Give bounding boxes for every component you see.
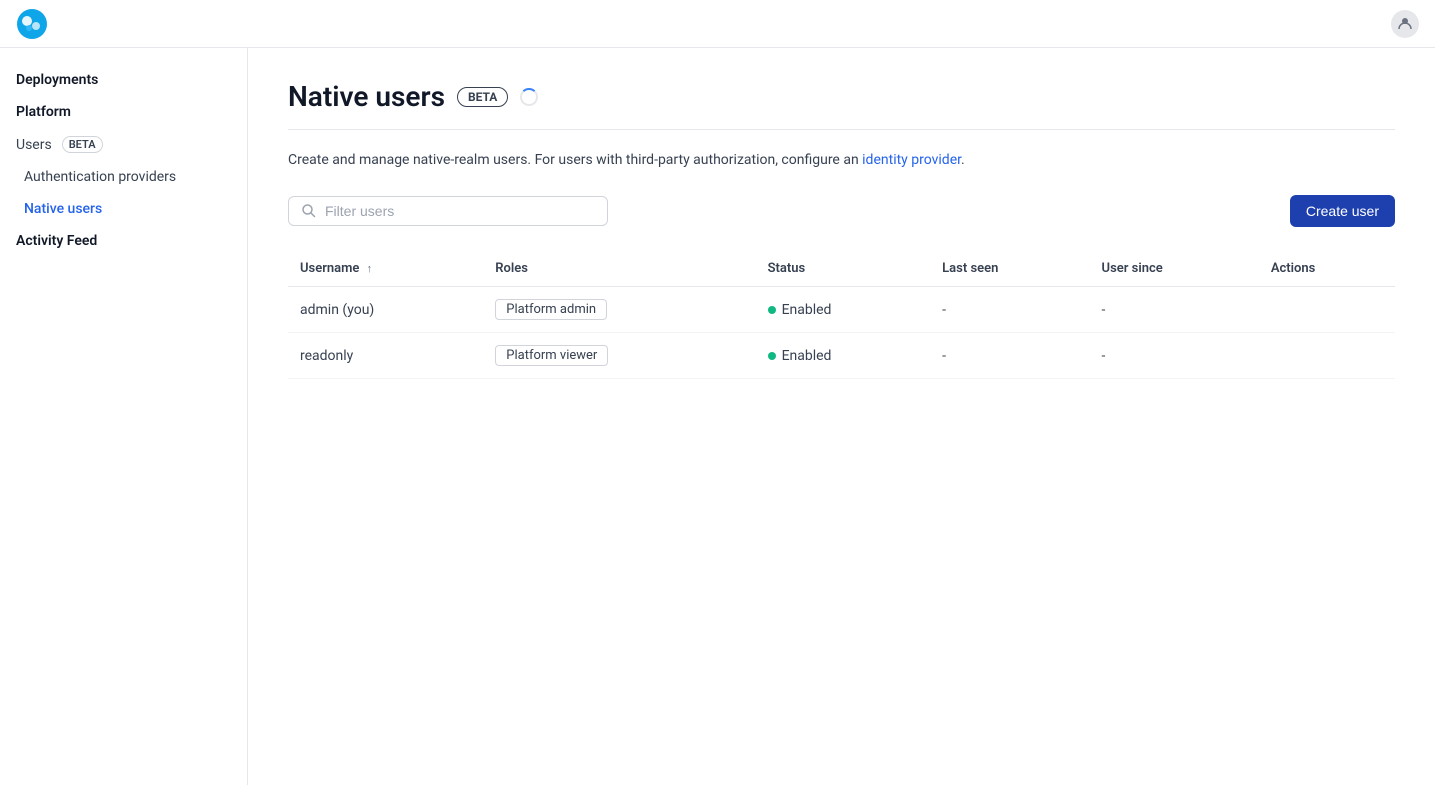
cell-status: Enabled [756,333,931,379]
cell-user-since: - [1090,333,1259,379]
description-suffix: . [961,152,965,168]
users-beta-badge: BETA [62,136,103,153]
main-content: Native users BETA Create and manage nati… [248,48,1435,785]
users-table-body: admin (you)Platform adminEnabled--readon… [288,287,1395,379]
sidebar-item-users[interactable]: Users BETA [0,128,247,161]
status-dot-icon [768,306,776,314]
cell-role: Platform viewer [483,333,755,379]
page-description: Create and manage native-realm users. Fo… [288,150,1395,171]
page-beta-badge: BETA [457,87,508,107]
sort-asc-icon[interactable]: ↑ [367,262,373,275]
table-header: Username ↑ Roles Status Last seen User s… [288,251,1395,287]
cell-last-seen: - [930,287,1089,333]
cell-actions [1259,333,1395,379]
sidebar-item-native-users[interactable]: Native users [0,193,247,225]
sidebar-item-platform[interactable]: Platform [0,96,247,128]
sidebar-item-label: Platform [16,104,71,120]
table-header-row: Username ↑ Roles Status Last seen User s… [288,251,1395,287]
cell-username: readonly [288,333,483,379]
sidebar-item-label: Activity Feed [16,233,97,249]
create-user-button[interactable]: Create user [1290,195,1395,227]
cell-status: Enabled [756,287,931,333]
topbar-right [1391,10,1419,38]
col-header-user-since: User since [1090,251,1259,287]
cell-actions [1259,287,1395,333]
col-header-status: Status [756,251,931,287]
cell-user-since: - [1090,287,1259,333]
sidebar-item-auth-providers[interactable]: Authentication providers [0,161,247,193]
status-enabled: Enabled [768,348,832,364]
cell-username: admin (you) [288,287,483,333]
col-header-actions: Actions [1259,251,1395,287]
filter-input-wrapper[interactable] [288,196,608,226]
table-row: readonly Platform viewer Enabled -- [288,333,1395,379]
status-enabled: Enabled [768,302,832,318]
sidebar-item-activity-feed[interactable]: Activity Feed [0,225,247,257]
page-divider [288,129,1395,130]
page-title: Native users [288,80,445,113]
col-label-username: Username [300,261,359,276]
col-header-username: Username ↑ [288,251,483,287]
sidebar-item-deployments[interactable]: Deployments [0,64,247,96]
search-icon [301,203,317,219]
user-avatar-icon[interactable] [1391,10,1419,38]
cell-role: Platform admin [483,287,755,333]
status-dot-icon [768,352,776,360]
sidebar-item-label: Deployments [16,72,98,88]
sidebar-item-label: Authentication providers [24,169,176,185]
col-header-last-seen: Last seen [930,251,1089,287]
page-header: Native users BETA [288,80,1395,113]
loading-spinner [520,88,538,106]
sidebar-item-label: Users [16,137,52,153]
cell-last-seen: - [930,333,1089,379]
identity-provider-link[interactable]: identity provider [862,152,961,168]
table-row: admin (you) Platform admin Enabled -- [288,287,1395,333]
filter-users-input[interactable] [325,203,595,219]
role-badge: Platform admin [495,299,607,320]
col-header-roles: Roles [483,251,755,287]
sidebar-item-label: Native users [24,201,102,217]
app-logo[interactable] [16,8,48,40]
topbar [0,0,1435,48]
role-badge: Platform viewer [495,345,608,366]
description-text: Create and manage native-realm users. Fo… [288,152,862,168]
sidebar: Deployments Platform Users BETA Authenti… [0,48,248,785]
toolbar: Create user [288,195,1395,227]
layout: Deployments Platform Users BETA Authenti… [0,48,1435,785]
users-table: Username ↑ Roles Status Last seen User s… [288,251,1395,379]
